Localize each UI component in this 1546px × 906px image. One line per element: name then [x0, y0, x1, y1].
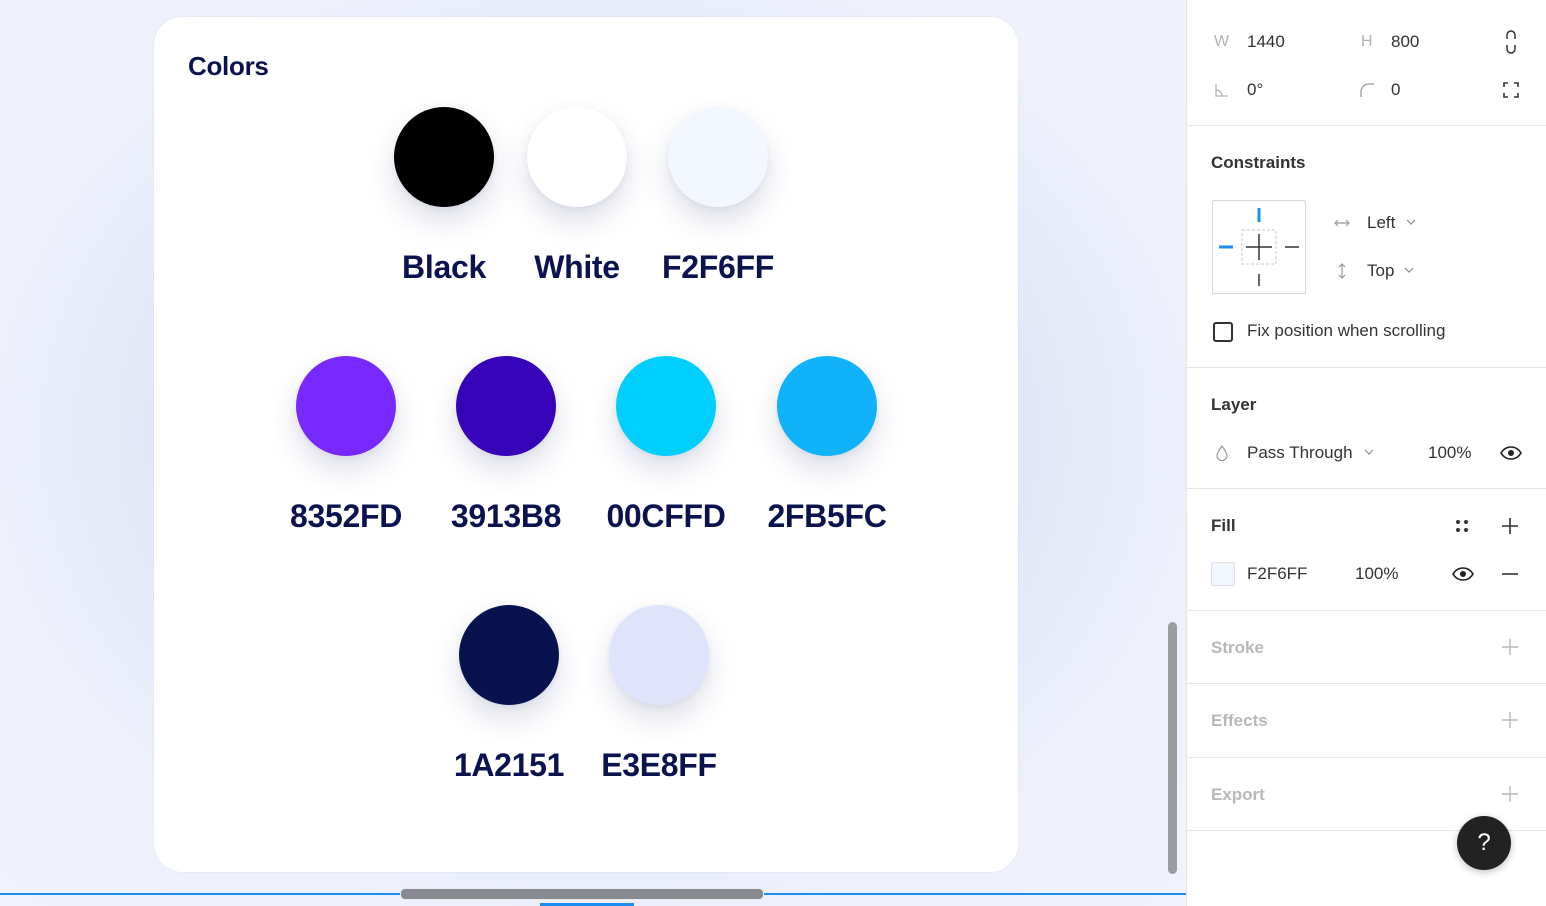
frame-title: Colors: [188, 51, 269, 81]
fix-position-checkbox[interactable]: [1213, 322, 1233, 342]
help-label: ?: [1477, 829, 1491, 856]
add-fill-icon[interactable]: [1499, 515, 1521, 537]
chevron-down-icon[interactable]: [1363, 446, 1375, 458]
rotation-icon: [1214, 82, 1230, 98]
eye-icon[interactable]: [1499, 443, 1523, 463]
color-label-2fb5fc: 2FB5FC: [767, 498, 887, 534]
color-swatch-2fb5fc[interactable]: [777, 356, 877, 456]
constrain-proportions-icon[interactable]: [1501, 30, 1521, 54]
vertical-constraint-select[interactable]: Top: [1367, 261, 1394, 281]
eye-icon[interactable]: [1451, 564, 1475, 584]
color-label-e3e8ff: E3E8FF: [601, 747, 717, 783]
properties-panel: W 1440 H 800 0° 0 Constraints Left Top F…: [1186, 0, 1546, 906]
help-button[interactable]: ?: [1457, 816, 1511, 870]
design-canvas[interactable]: Colors Black White F2F6FF 8352FD 3913B8 …: [0, 0, 1186, 906]
fill-hex-input[interactable]: F2F6FF: [1247, 564, 1307, 584]
effects-title: Effects: [1211, 711, 1268, 730]
layer-title: Layer: [1211, 395, 1257, 414]
divider: [1187, 757, 1546, 758]
constraints-title: Constraints: [1211, 153, 1306, 172]
fill-color-swatch[interactable]: [1211, 562, 1235, 586]
color-label-f2f6ff: F2F6FF: [662, 249, 774, 285]
independent-corners-icon[interactable]: [1501, 80, 1521, 100]
fill-title: Fill: [1211, 516, 1236, 535]
color-swatch-f2f6ff[interactable]: [668, 107, 768, 207]
color-swatch-3913b8[interactable]: [456, 356, 556, 456]
styles-grid-icon[interactable]: [1451, 515, 1473, 537]
color-label-3913b8: 3913B8: [450, 498, 562, 534]
rotation-input[interactable]: 0°: [1247, 80, 1263, 100]
width-label: W: [1214, 33, 1230, 50]
blend-mode-select[interactable]: Pass Through: [1247, 443, 1353, 463]
divider: [1187, 488, 1546, 489]
color-swatch-8352fd[interactable]: [296, 356, 396, 456]
vertical-arrows-icon: [1333, 262, 1351, 280]
horizontal-constraint-select[interactable]: Left: [1367, 213, 1395, 233]
horizontal-scrollbar[interactable]: [400, 888, 764, 900]
color-swatch-00cffd[interactable]: [616, 356, 716, 456]
divider: [1187, 610, 1546, 611]
export-title: Export: [1211, 785, 1265, 804]
color-label-00cffd: 00CFFD: [606, 498, 726, 534]
divider: [1187, 125, 1546, 126]
add-export-icon[interactable]: [1499, 783, 1521, 805]
color-swatch-white[interactable]: [527, 107, 627, 207]
divider: [1187, 683, 1546, 684]
constraints-diagram-icon: [1219, 208, 1299, 286]
corner-radius-icon: [1359, 82, 1375, 98]
vertical-scrollbar[interactable]: [1168, 622, 1177, 874]
chevron-down-icon[interactable]: [1403, 264, 1415, 276]
chevron-down-icon[interactable]: [1405, 216, 1417, 228]
height-input[interactable]: 800: [1391, 32, 1419, 52]
corner-radius-input[interactable]: 0: [1391, 80, 1400, 100]
layer-opacity-input[interactable]: 100%: [1428, 443, 1471, 463]
divider: [1187, 367, 1546, 368]
stroke-title: Stroke: [1211, 638, 1264, 657]
horizontal-arrows-icon: [1333, 214, 1351, 232]
width-input[interactable]: 1440: [1247, 32, 1285, 52]
fix-position-label: Fix position when scrolling: [1247, 321, 1446, 340]
remove-fill-icon[interactable]: [1499, 564, 1521, 584]
color-swatch-1a2151[interactable]: [459, 605, 559, 705]
add-effect-icon[interactable]: [1499, 709, 1521, 731]
constraints-widget[interactable]: [1212, 200, 1306, 294]
fill-opacity-input[interactable]: 100%: [1355, 564, 1398, 584]
colors-frame[interactable]: Colors Black White F2F6FF 8352FD 3913B8 …: [154, 17, 1018, 872]
color-swatch-black[interactable]: [394, 107, 494, 207]
color-swatch-e3e8ff[interactable]: [609, 605, 709, 705]
height-label: H: [1361, 33, 1373, 50]
color-label-8352fd: 8352FD: [289, 498, 403, 534]
add-stroke-icon[interactable]: [1499, 636, 1521, 658]
blend-mode-drop-icon: [1214, 445, 1230, 461]
